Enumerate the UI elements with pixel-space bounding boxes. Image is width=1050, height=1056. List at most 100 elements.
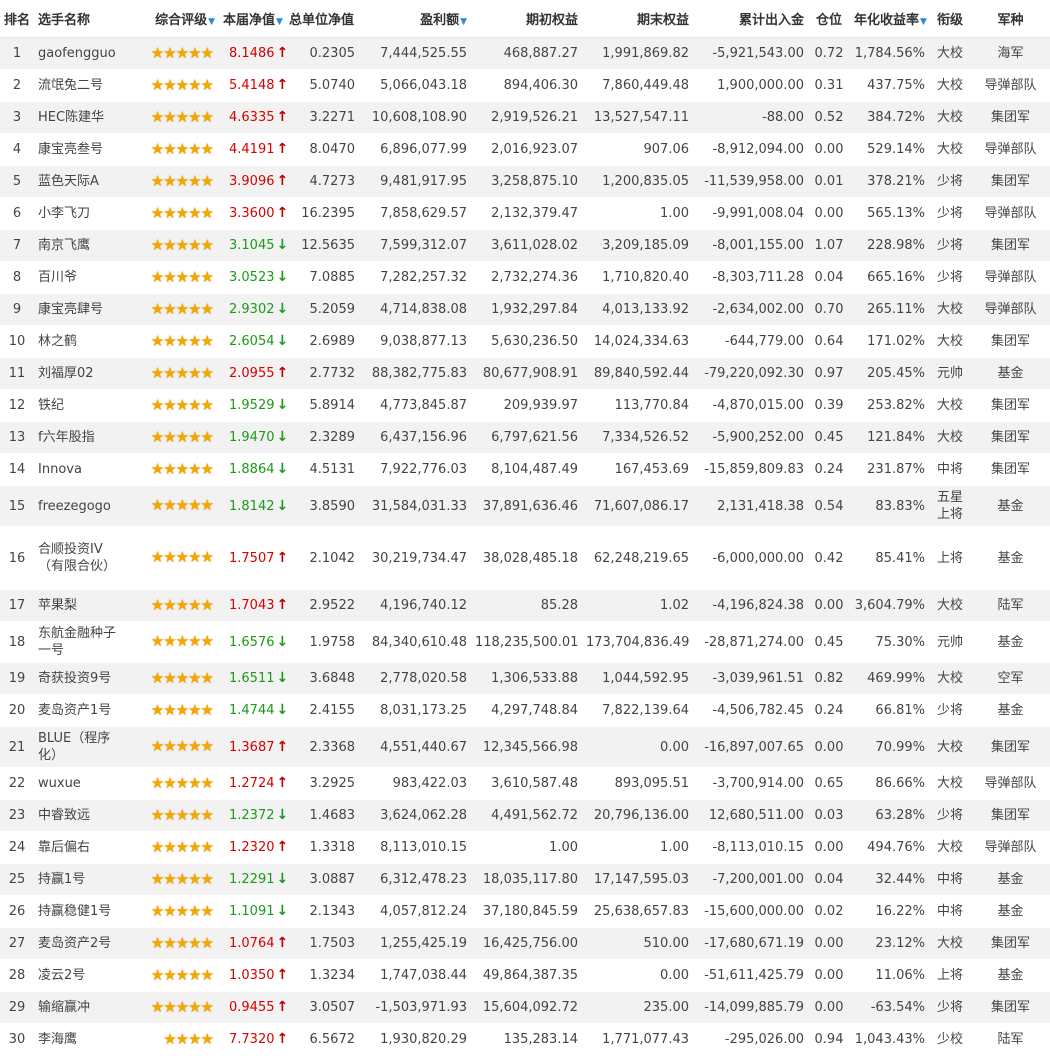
table-row[interactable]: 24 靠后偏右 ★★★★★ 1.2320 ↑ 1.3318 8,113,010.15 1.00… [0,831,1050,864]
player-name-cell[interactable]: 中睿致远 [34,799,126,832]
table-row[interactable]: 30 李海鹰 ★★★★ 7.7320 ↑ 6.5672 1,930,820.29 135,28… [0,1023,1050,1056]
table-row[interactable]: 22 wuxue ★★★★★ 1.2724 ↑ 3.2925 983,422.03 3,610… [0,767,1050,800]
star-icon: ★ [200,901,214,920]
header-rank: 排名 [0,0,34,38]
arrow-up-icon: ↑ [276,45,289,61]
table-row[interactable]: 16 合顺投资IV（有限合伙） ★★★★★ 1.7507 ↑ 2.1042 30,219,7… [0,526,1050,590]
player-name-cell[interactable]: 麦岛资产1号 [34,694,126,727]
table-row[interactable]: 15 freezegogo ★★★★★ 1.8142 ↓ 3.8590 31,584,031… [0,485,1050,527]
table-row[interactable]: 21 BLUE（程序化） ★★★★★ 1.3687 ↑ 2.3368 4,551,440.6… [0,726,1050,768]
player-name-cell[interactable]: 持赢稳健1号 [34,895,126,928]
header-annual-return[interactable]: 年化收益率▼ [850,0,929,38]
player-name-cell[interactable]: 麦岛资产2号 [34,927,126,960]
table-row[interactable]: 17 苹果梨 ★★★★★ 1.7043 ↑ 2.9522 4,196,740.12 85.28… [0,589,1050,622]
player-name-cell[interactable]: 持赢1号 [34,863,126,896]
arrow-up-icon: ↑ [276,109,289,125]
header-label: 综合评级 [155,13,208,28]
nav-value: 1.7507 [229,550,275,566]
star-icon: ★ [175,548,189,566]
sort-down-icon[interactable]: ▼ [208,17,215,27]
player-name-cell[interactable]: 林之鹤 [34,325,126,358]
table-row[interactable]: 5 蓝色天际A ★★★★★ 3.9096 ↑ 4.7273 9,481,917.95 3,25… [0,165,1050,198]
sort-down-icon[interactable]: ▼ [460,17,467,27]
unit-nav-cell: 7.0885 [285,261,359,294]
header-profit[interactable]: 盈利额▼ [359,0,471,38]
table-row[interactable]: 27 麦岛资产2号 ★★★★★ 1.0764 ↑ 1.7503 1,255,425.19 16… [0,927,1050,960]
player-name-cell[interactable]: HEC陈建华 [34,101,126,134]
table-row[interactable]: 4 康宝亮叁号 ★★★★★ 4.4191 ↑ 8.0470 6,896,077.99 2,01… [0,133,1050,166]
table-row[interactable]: 10 林之鹤 ★★★★★ 2.6054 ↓ 2.6989 9,038,877.13 5,630… [0,325,1050,358]
unit-nav-cell: 2.3289 [285,421,359,454]
star-icon: ★ [188,805,201,824]
player-name-cell[interactable]: f六年股指 [34,421,126,454]
table-row[interactable]: 14 Innova ★★★★★ 1.8864 ↓ 4.5131 7,922,776.03 8,… [0,453,1050,486]
player-name-cell[interactable]: 奇获投资9号 [34,662,126,695]
start-equity-cell: 6,797,621.56 [471,421,582,454]
current-nav-cell: 1.2291 ↓ [219,863,288,896]
star-icon: ★ [188,700,201,719]
player-name-cell[interactable]: gaofengguo [34,37,126,70]
header-label: 期初权益 [525,13,578,28]
table-row[interactable]: 8 百川爷 ★★★★★ 3.0523 ↓ 7.0885 7,282,257.32 2,732,… [0,261,1050,294]
table-row[interactable]: 29 输缩赢冲 ★★★★★ 0.9455 ↑ 3.0507 -1,503,971.93 15,… [0,991,1050,1024]
table-row[interactable]: 25 持赢1号 ★★★★★ 1.2291 ↓ 3.0887 6,312,478.23 18,0… [0,863,1050,896]
player-name-cell[interactable]: 东航金融种子一号 [34,621,126,663]
table-row[interactable]: 19 奇获投资9号 ★★★★★ 1.6511 ↓ 3.6848 2,778,020.58 1,… [0,662,1050,695]
rating-cell: ★★★★★ [126,325,219,358]
start-equity-cell: 2,132,379.47 [471,197,582,230]
table-row[interactable]: 9 康宝亮肆号 ★★★★★ 2.9302 ↓ 5.2059 4,714,838.08 1,93… [0,293,1050,326]
table-row[interactable]: 26 持赢稳健1号 ★★★★★ 1.1091 ↓ 2.1343 4,057,812.24 37… [0,895,1050,928]
arrow-down-icon: ↓ [276,269,289,285]
header-label: 期末权益 [636,13,689,28]
net-flow-cell: -8,303,711.28 [693,261,808,294]
star-icon: ★ [188,299,201,318]
player-name-cell[interactable]: 苹果梨 [34,589,126,622]
table-row[interactable]: 3 HEC陈建华 ★★★★★ 4.6335 ↑ 3.2271 10,608,108.90 2,… [0,101,1050,134]
position-cell: 0.39 [808,389,850,422]
player-name-cell[interactable]: 南京飞鹰 [34,229,126,262]
table-row[interactable]: 13 f六年股指 ★★★★★ 1.9470 ↓ 2.3289 6,437,156.96 6,7… [0,421,1050,454]
player-name-cell[interactable]: 刘福厚02 [34,357,126,390]
annual-return-cell: 253.82% [850,389,929,422]
player-name-cell[interactable]: 凌云2号 [34,959,126,992]
net-flow-cell: -5,900,252.00 [693,421,808,454]
table-row[interactable]: 20 麦岛资产1号 ★★★★★ 1.4744 ↓ 2.4155 8,031,173.25 4,… [0,694,1050,727]
arrow-up-icon: ↑ [276,173,289,189]
header-current-nav[interactable]: 本届净值▼ [219,0,285,38]
player-name-cell[interactable]: 靠后偏右 [34,831,126,864]
player-name-cell[interactable]: 康宝亮肆号 [34,293,126,326]
player-name-cell[interactable]: Innova [34,453,126,486]
header-rating[interactable]: 综合评级▼ [126,0,219,38]
star-icon: ★ [163,363,176,382]
table-row[interactable]: 1 gaofengguo ★★★★★ 8.1486 ↑ 0.2305 7,444,525.5… [0,37,1050,70]
table-row[interactable]: 28 凌云2号 ★★★★★ 1.0350 ↑ 1.3234 1,747,038.44 49,8… [0,959,1050,992]
position-cell: 0.00 [808,197,850,230]
player-name-cell[interactable]: 流氓兔二号 [34,69,126,102]
table-row[interactable]: 7 南京飞鹰 ★★★★★ 3.1045 ↓ 12.5635 7,599,312.07 3,61… [0,229,1050,262]
table-row[interactable]: 23 中睿致远 ★★★★★ 1.2372 ↓ 1.4683 3,624,062.28 4,49… [0,799,1050,832]
player-name-cell[interactable]: BLUE（程序化） [34,726,126,768]
player-name-cell[interactable]: freezegogo [34,485,126,527]
player-name-cell[interactable]: 李海鹰 [34,1023,126,1056]
table-row[interactable]: 6 小李飞刀 ★★★★★ 3.3600 ↑ 16.2395 7,858,629.57 2,13… [0,197,1050,230]
star-icon: ★ [163,773,176,792]
player-name-cell[interactable]: wuxue [34,767,126,800]
profit-cell: 4,714,838.08 [359,293,471,326]
sort-down-icon[interactable]: ▼ [276,17,283,27]
military-rank-cell: 上将 [929,959,971,992]
end-equity-cell: 893,095.51 [582,767,693,800]
player-name-cell[interactable]: 百川爷 [34,261,126,294]
table-row[interactable]: 12 铁纪 ★★★★★ 1.9529 ↓ 5.8914 4,773,845.87 209,93… [0,389,1050,422]
table-row[interactable]: 18 东航金融种子一号 ★★★★★ 1.6576 ↓ 1.9758 84,340,610.4… [0,621,1050,663]
end-equity-cell: 167,453.69 [582,453,693,486]
sort-down-icon[interactable]: ▼ [920,17,927,27]
start-equity-cell: 3,258,875.10 [471,165,582,198]
player-name-cell[interactable]: 小李飞刀 [34,197,126,230]
player-name-cell[interactable]: 输缩赢冲 [34,991,126,1024]
player-name-cell[interactable]: 合顺投资IV（有限合伙） [34,526,126,590]
player-name-cell[interactable]: 铁纪 [34,389,126,422]
table-row[interactable]: 11 刘福厚02 ★★★★★ 2.0955 ↑ 2.7732 88,382,775.83 80… [0,357,1050,390]
player-name-cell[interactable]: 蓝色天际A [34,165,126,198]
table-row[interactable]: 2 流氓兔二号 ★★★★★ 5.4148 ↑ 5.0740 5,066,043.18 894,… [0,69,1050,102]
player-name-cell[interactable]: 康宝亮叁号 [34,133,126,166]
